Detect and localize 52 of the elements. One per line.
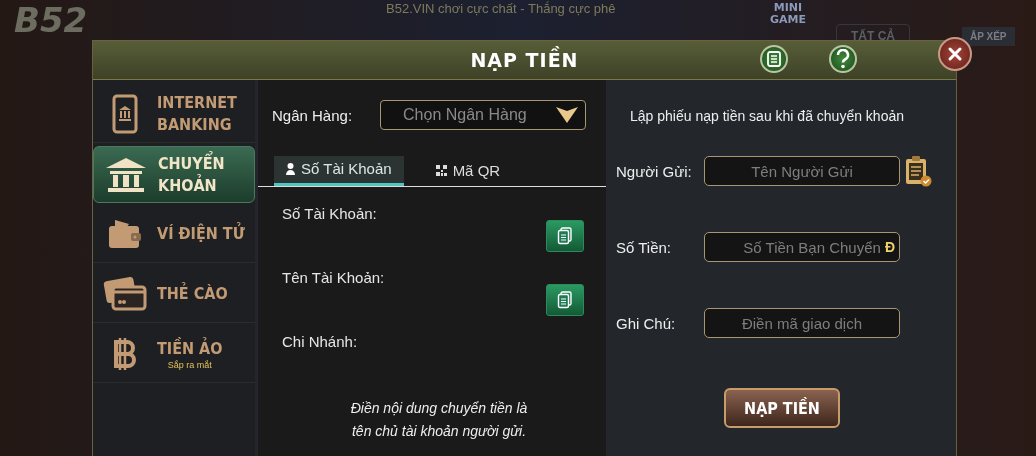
paste-button[interactable] xyxy=(904,155,932,187)
tab[interactable]: Mã QR xyxy=(423,156,513,186)
field-label: Ghi Chú: xyxy=(616,314,677,332)
clipboard-check-icon xyxy=(904,155,932,187)
detail-label: Số Tài Khoản: xyxy=(282,205,378,222)
help-icon xyxy=(836,49,850,69)
submit-button[interactable]: NẠP TIỀN xyxy=(724,388,840,428)
sort-button[interactable]: ẮP XẾP xyxy=(962,27,1015,46)
method-label: INTERNET BANKING xyxy=(157,92,237,136)
tab[interactable]: Số Tài Khoản xyxy=(274,156,404,186)
method-label: CHUYỂN KHOẢN xyxy=(158,152,225,197)
field-label: Người Gửi: xyxy=(616,162,693,180)
coming-soon-label: Sắp ra mắt xyxy=(167,360,212,370)
copy-button[interactable] xyxy=(546,284,584,316)
payment-method-tab[interactable]: VÍ ĐIỆN TỬ xyxy=(93,206,255,263)
payment-method-tab[interactable]: INTERNET BANKING xyxy=(93,86,255,143)
close-icon xyxy=(947,46,963,62)
amount-field[interactable]: Số Tiền Bạn Chuyển Đ xyxy=(704,232,900,262)
chevron-down-icon xyxy=(555,105,579,125)
logo: B52 xyxy=(14,0,88,40)
payment-method-tab[interactable]: THẺ CÀO xyxy=(93,266,255,323)
qr-code-icon xyxy=(435,164,447,176)
document-icon xyxy=(765,50,783,68)
marquee-text: B52.VIN chơi cực chất - Thắng cực phê xyxy=(386,1,616,16)
person-icon xyxy=(286,162,295,175)
bank-dropdown[interactable]: Chọn Ngân Hàng xyxy=(380,100,586,130)
copy-icon xyxy=(557,227,573,245)
form-heading: Lập phiếu nạp tiền sau khi đã chuyển khoản xyxy=(629,107,905,124)
detail-label: Chi Nhánh: xyxy=(282,333,359,350)
copy-button[interactable] xyxy=(546,220,584,252)
method-label: TIỀN ẢO xyxy=(157,338,223,360)
bank-label: Ngân Hàng: xyxy=(272,106,353,124)
bitcoin-icon xyxy=(112,336,138,372)
history-button[interactable] xyxy=(760,45,788,73)
method-label: THẺ CÀO xyxy=(157,283,228,305)
wallet-icon xyxy=(107,218,143,250)
bank-icon xyxy=(104,155,148,194)
copy-icon xyxy=(557,291,573,309)
close-button[interactable] xyxy=(938,37,972,71)
field-label: Số Tiền: xyxy=(616,238,673,256)
currency-symbol: Đ xyxy=(884,239,895,255)
instruction-text: Điền nội dung chuyển tiền là tên chủ tài khoản người gửi. xyxy=(349,399,529,441)
detail-label: Tên Tài Khoản: xyxy=(282,269,386,286)
help-button[interactable] xyxy=(829,45,857,73)
note-field[interactable]: Điền mã giao dịch xyxy=(704,308,900,338)
card-icon xyxy=(103,277,147,311)
sender-name-field[interactable]: Tên Người Gửi xyxy=(704,156,900,186)
payment-method-tab[interactable]: TIỀN ẢO Sắp ra mắt xyxy=(93,326,255,383)
method-label: VÍ ĐIỆN TỬ xyxy=(157,223,245,245)
mini-game-button[interactable]: MINI GAME xyxy=(760,2,816,26)
phone-bank-icon xyxy=(112,94,138,134)
payment-method-tab[interactable]: CHUYỂN KHOẢN xyxy=(93,146,255,203)
